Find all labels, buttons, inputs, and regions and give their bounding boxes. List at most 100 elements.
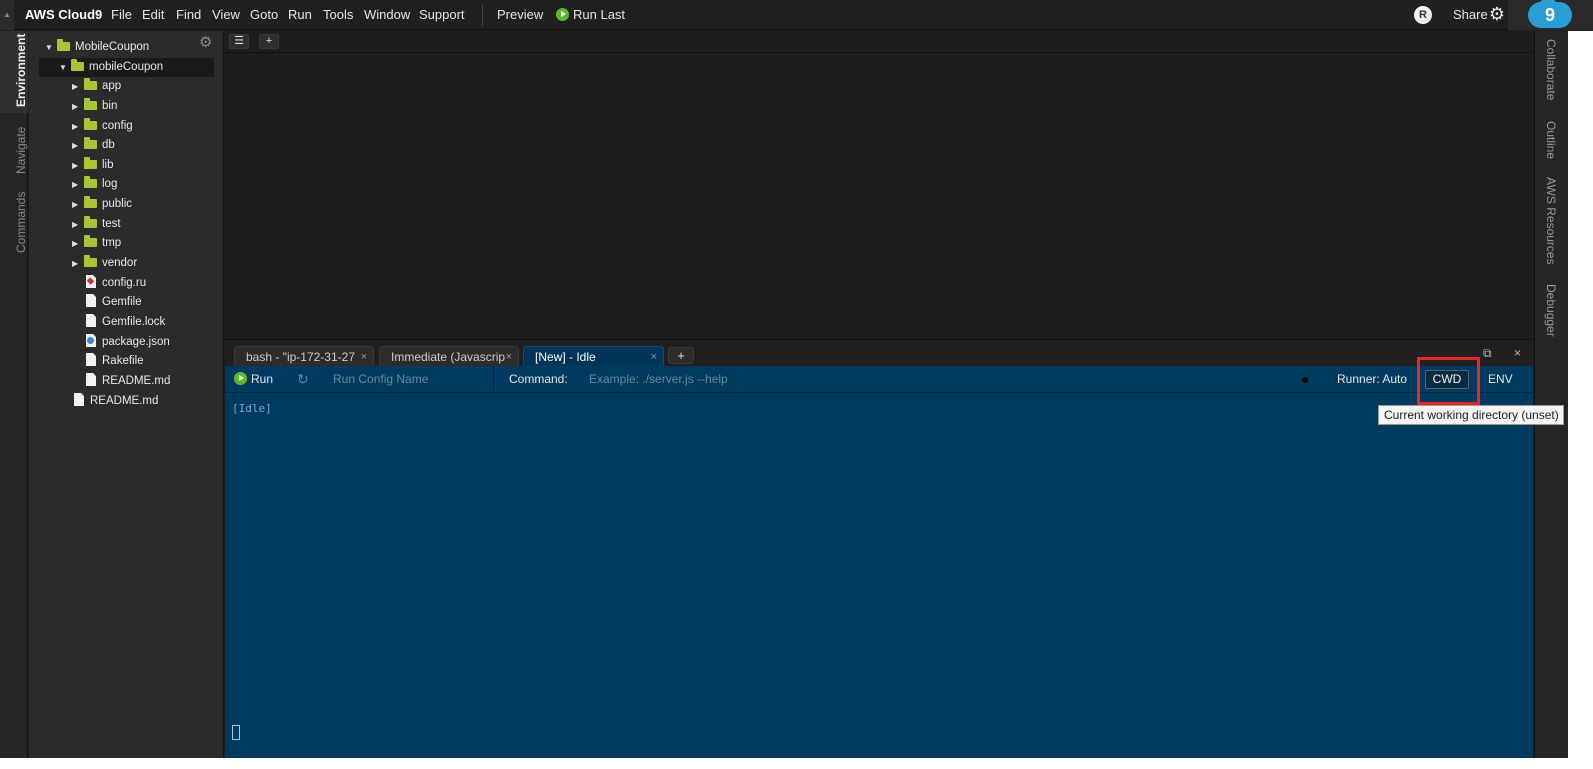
folder-icon [84,98,97,110]
share-button[interactable]: Share [1453,0,1488,30]
close-icon[interactable]: × [361,347,367,367]
preferences-gear-icon[interactable]: ⚙ [1488,5,1506,23]
tree-file[interactable]: config.ru [86,274,146,293]
expanded-arrow-icon[interactable]: ▼ [59,58,71,77]
tree-file[interactable]: README.md [74,392,158,411]
close-icon[interactable]: × [651,347,657,367]
run-last-button[interactable]: Run Last [556,0,625,30]
tab-navigate[interactable]: Navigate [0,116,28,184]
tree-folder[interactable]: ▶ bin [72,97,117,116]
close-icon[interactable]: × [506,347,512,367]
tree-folder[interactable]: ▶ vendor [72,254,137,273]
tab-commands[interactable]: Commands [0,187,28,259]
menu-bar: ▲ AWS Cloud9 File Edit Find View Goto Ru… [0,0,1593,30]
menu-edit[interactable]: Edit [142,0,164,30]
tree-file-label: Gemfile.lock [102,316,166,328]
command-input[interactable]: Example: ./server.js --help [589,366,728,393]
console-tab-bash[interactable]: bash - "ip-172-31-27 × [234,346,374,367]
tree-folder[interactable]: ▶ log [72,175,117,194]
collapsed-arrow-icon[interactable]: ▶ [72,136,84,155]
tab-list-icon[interactable]: ☰ [229,34,249,49]
collapsed-arrow-icon[interactable]: ▶ [72,254,84,273]
tree-folder[interactable]: ▶ db [72,136,115,155]
collapsed-arrow-icon[interactable]: ▶ [72,215,84,234]
tree-folder[interactable]: ▶ lib [72,156,114,175]
menu-view[interactable]: View [212,0,240,30]
tree-file-label: package.json [102,336,170,348]
tree-file[interactable]: Rakefile [86,352,144,371]
editor-area[interactable] [225,53,1533,339]
run-button[interactable]: Run [234,366,273,393]
right-panel-tabs: Collaborate Outline AWS Resources Debugg… [1534,31,1568,758]
tree-folder-label: db [102,139,115,151]
tab-outline-label: Outline [1544,121,1558,160]
json-file-icon [86,334,96,347]
expanded-arrow-icon[interactable]: ▼ [45,38,57,57]
tree-folder[interactable]: ▶ app [72,77,121,96]
tree-folder[interactable]: ▶ public [72,195,132,214]
terminal-cursor [232,725,240,740]
bug-icon[interactable]: ● [1301,366,1309,393]
tree-folder-label: public [102,198,133,210]
tree-root[interactable]: ▼ MobileCoupon [45,38,149,57]
tree-file[interactable]: Gemfile [86,293,142,312]
preview-button[interactable]: Preview [497,0,543,30]
menu-run[interactable]: Run [288,0,312,30]
cloud9-logo[interactable]: 9 [1508,0,1593,30]
tree-file-label: Gemfile [102,296,142,308]
runner-select[interactable]: Runner: Auto [1337,366,1407,393]
folder-icon [84,137,97,149]
menu-tools[interactable]: Tools [323,0,353,30]
menu-window[interactable]: Window [364,0,410,30]
console-output[interactable]: [Idle] [225,393,1533,758]
tree-folder-label: test [102,218,121,230]
tree-settings-gear-icon[interactable]: ⚙ [199,33,212,51]
tab-outline[interactable]: Outline [1535,111,1569,171]
folder-icon [84,255,97,267]
menu-find[interactable]: Find [176,0,201,30]
cloud-icon: 9 [1528,0,1572,28]
tree-folder-label: log [102,178,118,190]
menu-support[interactable]: Support [419,0,465,30]
tree-file[interactable]: Gemfile.lock [86,313,165,332]
tree-folder[interactable]: ▶ tmp [72,234,121,253]
maximize-panel-icon[interactable]: ⧉ [1483,346,1492,361]
runner-toolbar: Run ↻ Run Config Name Command: Example: … [225,366,1533,393]
tree-folder[interactable]: ▶ config [72,117,133,136]
menu-file[interactable]: File [111,0,132,30]
new-tab-button[interactable]: + [259,34,279,49]
collapsed-arrow-icon[interactable]: ▶ [72,77,84,96]
collapsed-arrow-icon[interactable]: ▶ [72,175,84,194]
tab-debugger-label: Debugger [1544,284,1558,337]
collapsed-arrow-icon[interactable]: ▶ [72,195,84,214]
menu-goto[interactable]: Goto [250,0,278,30]
tab-environment-label: Environment [14,33,28,107]
collapsed-arrow-icon[interactable]: ▶ [72,234,84,253]
user-avatar[interactable]: R [1414,6,1432,24]
collapsed-arrow-icon[interactable]: ▶ [72,117,84,136]
console-tab-label: Immediate (Javascrip [391,350,506,364]
tree-project[interactable]: ▼ mobileCoupon [39,58,214,77]
collapse-menu-icon[interactable]: ▲ [0,0,14,30]
tree-folder-label: lib [102,159,114,171]
tab-aws-resources-label: AWS Resources [1544,177,1558,265]
folder-icon [71,59,84,71]
add-console-tab-button[interactable]: + [668,347,694,364]
tab-debugger[interactable]: Debugger [1535,279,1569,349]
tree-file[interactable]: README.md [86,372,170,391]
console-tab-immediate[interactable]: Immediate (Javascrip × [379,346,519,367]
tab-collaborate[interactable]: Collaborate [1535,31,1569,111]
tab-aws-resources[interactable]: AWS Resources [1535,171,1569,279]
run-config-name-input[interactable]: Run Config Name [333,366,428,393]
restart-icon[interactable]: ↻ [297,366,309,393]
collapsed-arrow-icon[interactable]: ▶ [72,156,84,175]
tree-folder[interactable]: ▶ test [72,215,121,234]
tree-folder-label: app [102,80,122,92]
folder-icon [84,157,97,169]
close-panel-icon[interactable]: × [1514,346,1521,360]
console-tab-new-idle[interactable]: [New] - Idle × [523,346,664,367]
collapsed-arrow-icon[interactable]: ▶ [72,97,84,116]
tab-environment[interactable]: Environment [0,31,28,113]
tree-file[interactable]: package.json [86,333,170,352]
env-button[interactable]: ENV [1488,366,1513,393]
